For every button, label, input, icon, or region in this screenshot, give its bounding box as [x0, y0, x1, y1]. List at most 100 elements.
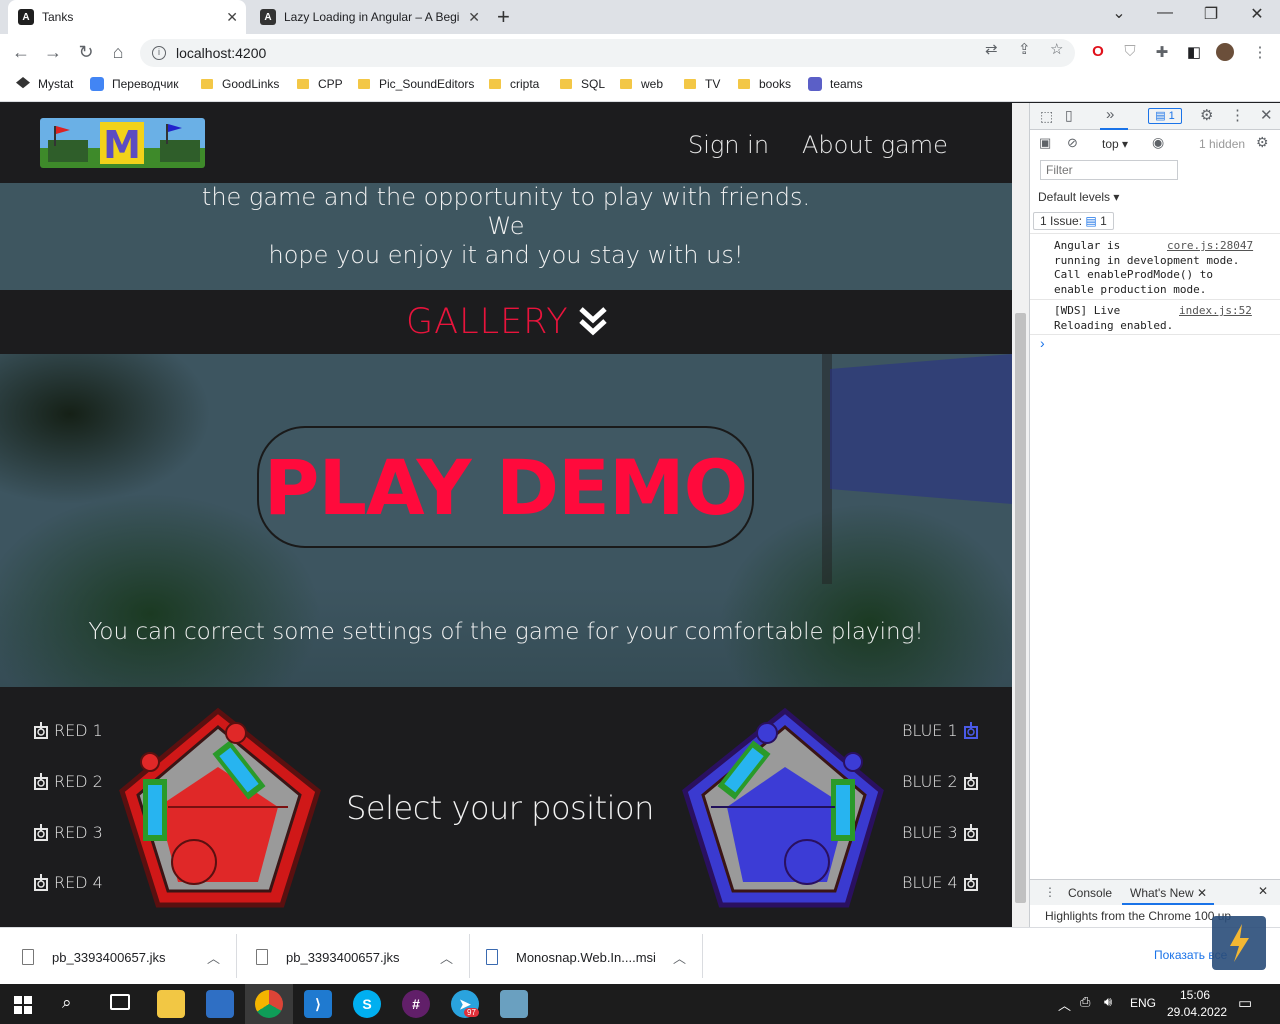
bookmark-sql[interactable]: SQL: [560, 77, 605, 91]
device-toolbar-icon[interactable]: ▯: [1065, 107, 1073, 124]
blue-2-option[interactable]: BLUE 2: [902, 772, 984, 791]
download-item[interactable]: pb_3393400657.jks ︿: [22, 942, 220, 972]
game-logo[interactable]: M: [40, 118, 205, 168]
chrome-icon[interactable]: [255, 990, 283, 1018]
blue-3-option[interactable]: BLUE 3: [902, 823, 984, 842]
devtools-panel: ⬚ ▯ » ▤ 1 ⚙ ⋮ ✕ ▣ ⊘ top ▾ ◉ 1 hidden ⚙ D…: [1029, 103, 1280, 927]
drawer-tab-whats-new[interactable]: What's New ✕: [1130, 886, 1207, 900]
translate-icon[interactable]: ⇄: [985, 40, 998, 58]
network-icon[interactable]: ⎙: [1080, 994, 1090, 1010]
bookmark-tv[interactable]: TV: [684, 77, 720, 91]
search-icon[interactable]: ⌕: [62, 993, 72, 1013]
scrollbar-thumb[interactable]: [1015, 313, 1026, 903]
gallery-title[interactable]: GALLERY: [406, 302, 569, 342]
filter-input[interactable]: [1040, 160, 1178, 180]
drawer-tab-console[interactable]: Console: [1068, 886, 1112, 900]
bookmark-cpp[interactable]: CPP: [297, 77, 343, 91]
file-explorer-icon[interactable]: [157, 990, 185, 1018]
side-panel-icon[interactable]: ◧: [1185, 43, 1203, 61]
close-devtools-icon[interactable]: ✕: [1260, 106, 1273, 124]
chevron-up-icon[interactable]: ︿: [207, 948, 220, 967]
lightning-app-overlay-icon[interactable]: [1212, 916, 1266, 970]
extensions-puzzle-icon[interactable]: ✚: [1153, 43, 1171, 61]
issues-badge[interactable]: ▤ 1: [1148, 108, 1182, 124]
default-levels-dropdown[interactable]: Default levels ▾: [1038, 190, 1119, 204]
forward-icon[interactable]: →: [42, 42, 64, 63]
address-bar[interactable]: i localhost:4200: [140, 39, 1075, 67]
more-tabs-icon[interactable]: »: [1106, 106, 1114, 123]
show-hidden-icons-chevron[interactable]: ︿: [1058, 995, 1071, 1014]
windows-start-icon[interactable]: [14, 996, 32, 1019]
tab-search-icon[interactable]: ⌄: [1104, 3, 1134, 23]
bookmark-goodlinks[interactable]: GoodLinks: [201, 77, 279, 91]
red-3-option[interactable]: RED 3: [28, 823, 103, 842]
new-tab-button[interactable]: +: [497, 4, 510, 30]
language-indicator[interactable]: ENG: [1130, 996, 1156, 1010]
chevron-up-icon[interactable]: ︿: [440, 948, 453, 967]
reload-icon[interactable]: ↻: [75, 42, 97, 63]
opera-extension-icon[interactable]: O: [1089, 43, 1107, 61]
blue-4-option[interactable]: BLUE 4: [902, 873, 984, 892]
gallery-header[interactable]: GALLERY: [0, 290, 1012, 354]
volume-icon[interactable]: 🔊︎: [1104, 994, 1112, 1010]
maximize-button[interactable]: ❐: [1196, 4, 1226, 24]
red-4-option[interactable]: RED 4: [28, 873, 103, 892]
clear-console-icon[interactable]: ⊘: [1067, 135, 1078, 151]
home-icon[interactable]: ⌂: [107, 42, 129, 63]
double-chevron-down-icon[interactable]: [578, 304, 608, 338]
context-select[interactable]: top ▾: [1102, 137, 1128, 151]
bookmark-cripta[interactable]: cripta: [489, 77, 539, 91]
close-icon[interactable]: ✕: [468, 9, 480, 26]
settings-gear-icon[interactable]: ⚙: [1200, 106, 1213, 124]
live-expression-eye-icon[interactable]: ◉: [1152, 134, 1164, 151]
bookmark-translator[interactable]: Переводчик: [90, 77, 179, 91]
close-icon[interactable]: ✕: [1197, 886, 1207, 900]
remote-desktop-icon[interactable]: [206, 990, 234, 1018]
red-2-option[interactable]: RED 2: [28, 772, 103, 791]
notepad-icon[interactable]: [500, 990, 528, 1018]
devtools-menu-icon[interactable]: ⋮: [1230, 106, 1245, 124]
console-prompt[interactable]: ›: [1040, 335, 1045, 351]
site-info-icon[interactable]: i: [152, 46, 166, 60]
tab-tanks[interactable]: A Tanks ✕: [8, 0, 246, 34]
download-item[interactable]: Monosnap.Web.In....msi ︿: [486, 942, 686, 972]
source-link[interactable]: index.js:52: [1179, 304, 1252, 317]
chrome-menu-icon[interactable]: ⋮: [1251, 43, 1269, 61]
bookmark-teams[interactable]: teams: [808, 77, 863, 91]
tab-lazy-loading[interactable]: A Lazy Loading in Angular – A Begi ✕: [250, 0, 488, 34]
play-demo-button[interactable]: PLAY DEMO: [257, 426, 754, 548]
notification-center-icon[interactable]: ▭: [1238, 994, 1252, 1012]
bookmark-web[interactable]: web: [620, 77, 663, 91]
vscode-icon[interactable]: ⟩: [304, 990, 332, 1018]
lightning-bolt-icon: [1230, 924, 1249, 962]
console-settings-icon[interactable]: ⚙: [1256, 134, 1269, 151]
sidebar-toggle-icon[interactable]: ▣: [1039, 135, 1051, 151]
profile-avatar[interactable]: [1216, 43, 1234, 61]
share-icon[interactable]: ⇪: [1018, 40, 1031, 58]
bookmark-books[interactable]: books: [738, 77, 791, 91]
download-item[interactable]: pb_3393400657.jks ︿: [256, 942, 453, 972]
back-icon[interactable]: ←: [10, 42, 32, 63]
close-window-button[interactable]: ✕: [1242, 4, 1272, 24]
red-1-option[interactable]: RED 1: [28, 721, 103, 740]
bookmark-pic-soundeditors[interactable]: Pic_SoundEditors: [358, 77, 474, 91]
clock-date[interactable]: 29.04.2022: [1167, 1005, 1227, 1019]
inspect-element-icon[interactable]: ⬚: [1040, 108, 1053, 125]
chevron-up-icon[interactable]: ︿: [673, 948, 686, 967]
shield-extension-icon[interactable]: ⛉: [1121, 43, 1139, 61]
close-drawer-icon[interactable]: ✕: [1258, 884, 1268, 898]
close-icon[interactable]: ✕: [226, 9, 238, 26]
page-scrollbar[interactable]: [1012, 103, 1029, 927]
sign-in-link[interactable]: Sign in: [688, 131, 769, 159]
slack-icon[interactable]: #: [402, 990, 430, 1018]
bookmark-mystat[interactable]: Mystat: [16, 77, 73, 91]
about-game-link[interactable]: About game: [802, 131, 948, 159]
issues-button[interactable]: 1 Issue: ▤ 1: [1033, 212, 1114, 230]
minimize-button[interactable]: —: [1150, 4, 1180, 22]
drawer-menu-icon[interactable]: ⋮: [1044, 885, 1056, 899]
task-view-icon[interactable]: [110, 994, 130, 1010]
clock-time[interactable]: 15:06: [1180, 988, 1210, 1002]
blue-1-option[interactable]: BLUE 1: [902, 721, 984, 740]
bookmark-star-icon[interactable]: ☆: [1050, 40, 1063, 58]
skype-icon[interactable]: S: [353, 990, 381, 1018]
